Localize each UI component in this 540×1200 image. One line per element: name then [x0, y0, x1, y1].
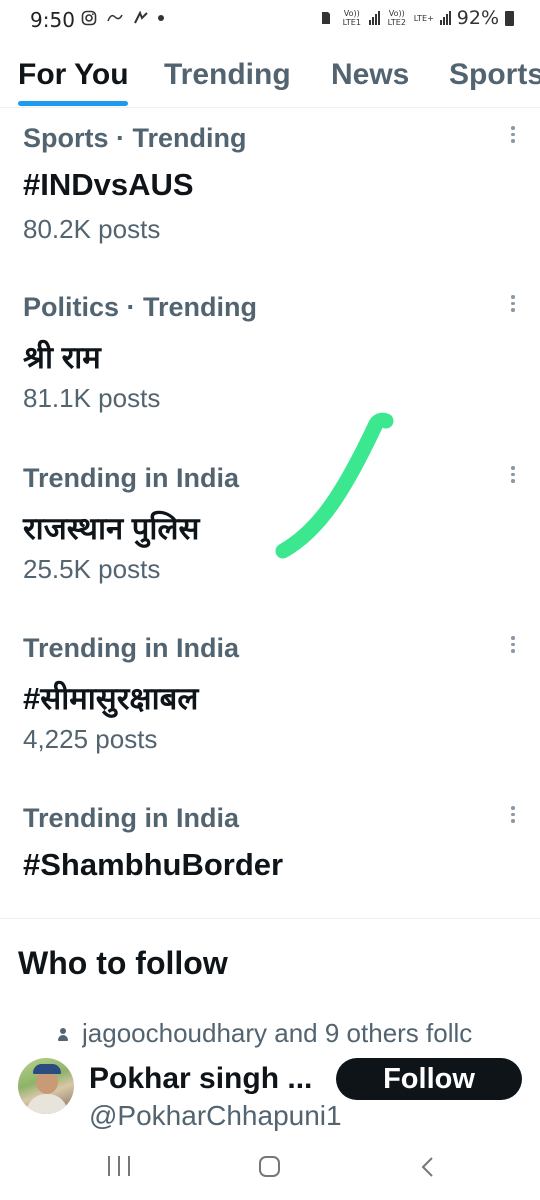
trend-item[interactable]: Trending in India #सीमासुरक्षाबल 4,225 p… [0, 633, 540, 798]
who-to-follow-heading: Who to follow [18, 945, 228, 981]
sim-icon [317, 9, 335, 27]
trend-topic: #ShambhuBorder [23, 847, 284, 882]
trend-item[interactable]: Trending in India #ShambhuBorder [0, 803, 540, 913]
tab-for-you[interactable]: For You [18, 58, 129, 92]
trend-topic: #सीमासुरक्षाबल [23, 681, 199, 716]
trend-context: Politics · Trending [23, 292, 258, 322]
app-icon [132, 9, 150, 27]
trend-item[interactable]: Trending in India राजस्थान पुलिस 25.5K p… [0, 463, 540, 628]
status-right-icons: Vo)) LTE1 Vo)) LTE2 LTE+ 92% [317, 7, 514, 29]
section-divider [0, 918, 540, 919]
network-type-2: LTE+ [413, 13, 434, 23]
person-icon [56, 1026, 70, 1042]
more-options-icon[interactable] [508, 636, 518, 653]
social-context-text: jagoochoudhary and 9 others follc [82, 1018, 473, 1048]
explore-tabs: For You Trending News Sports [0, 52, 540, 108]
home-icon[interactable] [259, 1156, 280, 1177]
dot-icon [158, 15, 164, 21]
trend-post-count: 80.2K posts [23, 214, 161, 244]
trend-post-count: 81.1K posts [23, 383, 161, 413]
more-options-icon[interactable] [508, 126, 518, 143]
trend-item[interactable]: Sports · Trending #INDvsAUS 80.2K posts [0, 123, 540, 288]
notification-icon [106, 9, 124, 27]
suggested-user-name[interactable]: Pokhar singh ... [89, 1062, 312, 1096]
instagram-icon [80, 9, 98, 27]
back-icon[interactable] [418, 1156, 438, 1177]
trend-topic: श्री राम [23, 340, 101, 375]
status-time: 9:50 [30, 8, 75, 32]
network-label-1: Vo)) LTE1 [342, 9, 361, 27]
more-options-icon[interactable] [508, 466, 518, 483]
trend-context: Sports · Trending [23, 123, 247, 153]
recents-icon[interactable] [108, 1156, 130, 1176]
more-options-icon[interactable] [508, 295, 518, 312]
trend-topic: राजस्थान पुलिस [23, 511, 200, 546]
follow-button[interactable]: Follow [336, 1058, 522, 1100]
trend-post-count: 4,225 posts [23, 724, 158, 754]
network-label-2: Vo)) LTE2 [387, 9, 406, 27]
trend-context: Trending in India [23, 803, 239, 833]
more-options-icon[interactable] [508, 806, 518, 823]
tab-news[interactable]: News [331, 58, 409, 92]
system-nav-bar [0, 1140, 540, 1200]
active-tab-indicator [18, 101, 128, 106]
trend-context: Trending in India [23, 633, 239, 663]
suggested-user-handle[interactable]: @PokharChhapuni1 [89, 1100, 342, 1132]
avatar[interactable] [18, 1058, 74, 1114]
battery-percent: 92% [456, 7, 499, 29]
status-left-icons [80, 9, 164, 27]
signal-bars-2-icon [439, 11, 451, 25]
trend-item[interactable]: Politics · Trending श्री राम 81.1K posts [0, 292, 540, 457]
trend-topic: #INDvsAUS [23, 167, 194, 202]
battery-icon [505, 10, 514, 26]
signal-bars-1-icon [368, 11, 380, 25]
tab-sports[interactable]: Sports [449, 58, 540, 92]
trend-context: Trending in India [23, 463, 239, 493]
status-bar: 9:50 Vo)) LTE1 Vo)) LTE2 LTE+ 92% [0, 0, 540, 40]
tab-trending[interactable]: Trending [164, 58, 291, 92]
follow-social-context: jagoochoudhary and 9 others follc [56, 1018, 540, 1049]
trend-post-count: 25.5K posts [23, 554, 161, 584]
